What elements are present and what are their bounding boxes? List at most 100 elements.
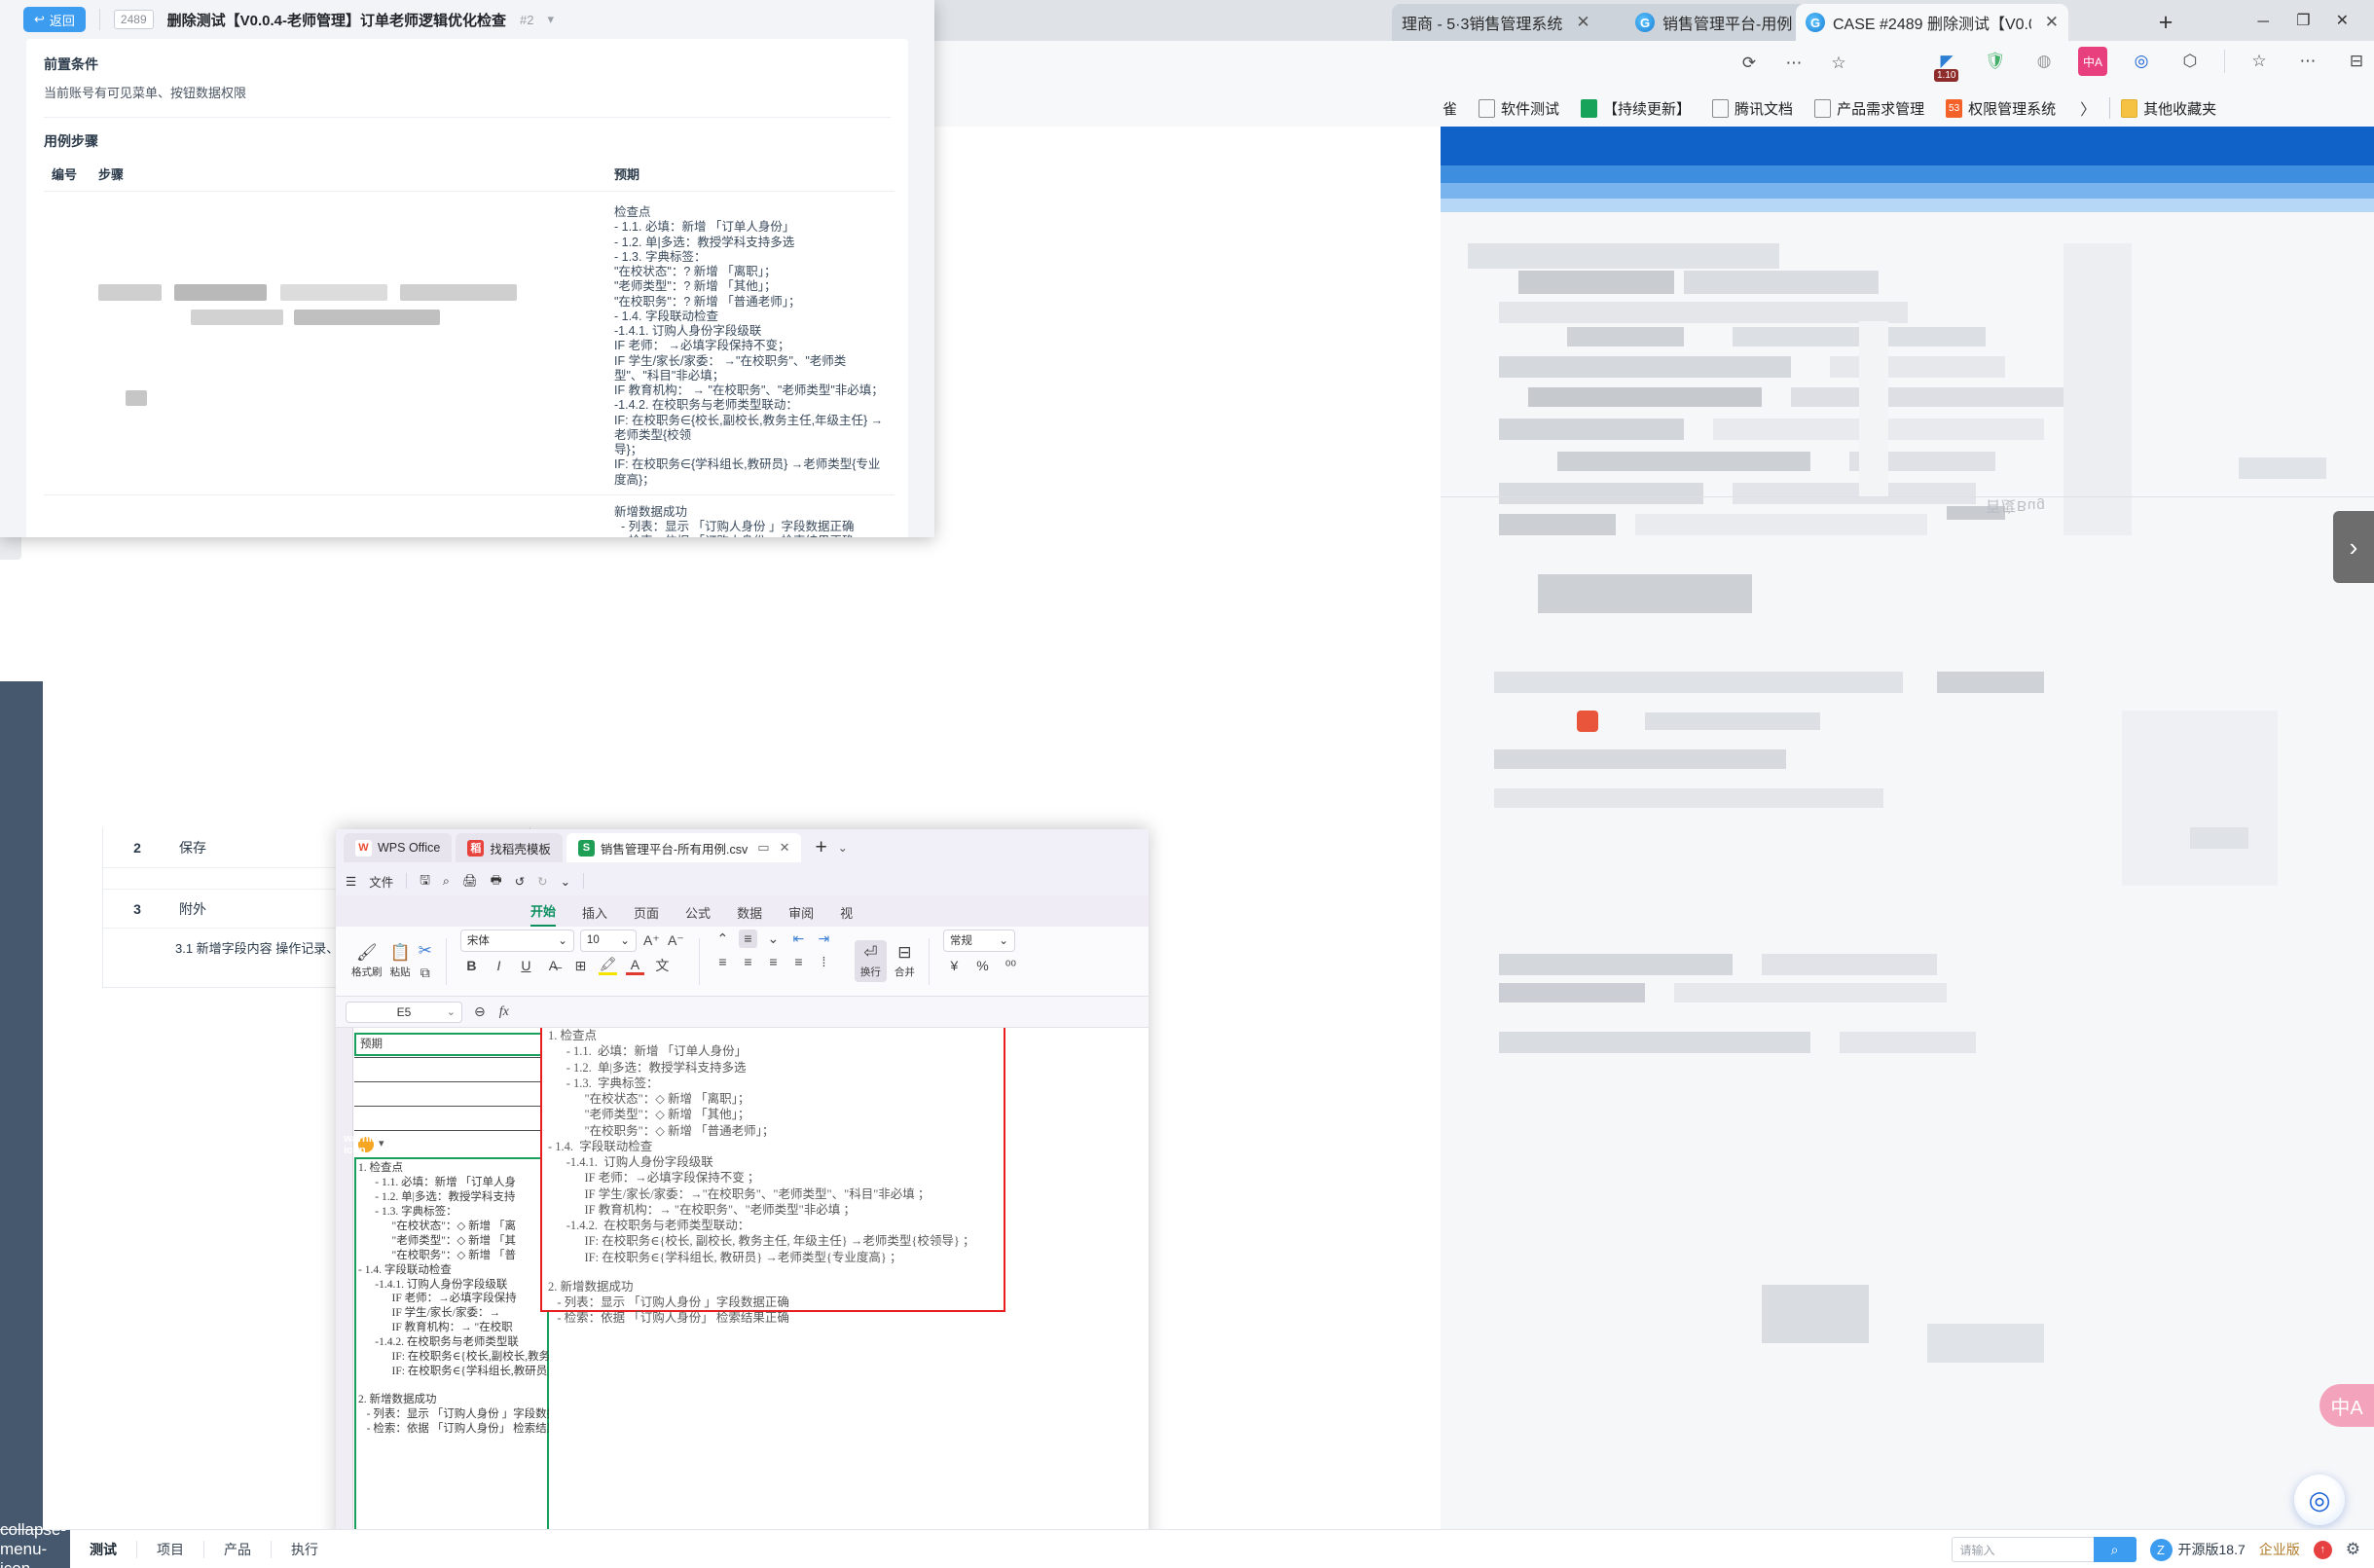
more-icon[interactable]: ⋯	[2293, 47, 2322, 76]
number-format-select[interactable]: 常规 ⌄	[942, 929, 1015, 952]
cut-copy-stack[interactable]: ✂ ⧉	[419, 941, 432, 982]
merge-cells-button[interactable]: ⊟ 合并	[895, 943, 915, 979]
shrink-font-button[interactable]: A⁻	[667, 931, 685, 950]
close-window-button[interactable]: ✕	[2336, 11, 2349, 30]
nav-item-test[interactable]: 测试	[70, 1540, 136, 1559]
ribbon-tab-review[interactable]: 审阅	[788, 903, 814, 927]
back-button[interactable]: ↩ 返回	[23, 7, 86, 32]
blue-orb-icon[interactable]: ◎	[2127, 47, 2156, 76]
wps-sheet-tab[interactable]: S 销售管理平台-所有用例.csv ▭ ✕	[566, 833, 802, 862]
borders-icon[interactable]: ⊞	[571, 957, 590, 975]
collections-icon[interactable]: ☆	[2245, 47, 2274, 76]
font-name-select[interactable]: 宋体 ⌄	[459, 929, 574, 952]
ribbon-tab-page[interactable]: 页面	[634, 903, 659, 927]
bookmark-item[interactable]: 腾讯文档	[1701, 98, 1804, 119]
ribbon-tab-view[interactable]: 视	[840, 903, 853, 927]
print-preview-icon[interactable]: 🖶	[491, 871, 502, 892]
bold-button[interactable]: B	[462, 957, 481, 975]
enterprise-link[interactable]: 企业版	[2259, 1540, 2300, 1559]
pointer-ext-icon[interactable]: ◤ 1.10	[1932, 47, 1961, 82]
read-aloud-icon[interactable]: ⋯	[1779, 49, 1808, 78]
bookmark-item[interactable]: 软件测试	[1468, 98, 1570, 119]
save-icon[interactable]: 🖫	[420, 871, 430, 892]
wps-home-tab[interactable]: W WPS Office	[344, 833, 453, 862]
floating-assistant-orb[interactable]: ◎	[2294, 1475, 2345, 1525]
nav-item-product[interactable]: 产品	[204, 1540, 271, 1559]
undo-icon[interactable]: ↺	[515, 874, 525, 889]
gear-icon[interactable]: ⚙	[2346, 1540, 2360, 1559]
translate-cn-icon[interactable]: 中A	[2078, 47, 2107, 76]
paste-button[interactable]: 📋 粘贴	[390, 943, 411, 979]
name-box[interactable]: E5 ⌄	[346, 1001, 462, 1023]
floating-translate-button[interactable]: 中A	[2319, 1384, 2374, 1427]
grow-font-button[interactable]: A⁺	[642, 931, 661, 950]
next-page-arrow-button[interactable]: ›	[2333, 511, 2374, 583]
align-middle-icon[interactable]: ≡	[738, 929, 757, 948]
font-size-select[interactable]: 10 ⌄	[579, 929, 637, 952]
new-tab-button[interactable]: +	[2149, 8, 2182, 37]
puzzle-icon[interactable]: ⬡	[2175, 47, 2205, 76]
bookmark-item[interactable]: 53 权限管理系统	[1935, 98, 2066, 119]
format-painter-button[interactable]: 🖌 格式刷	[351, 943, 383, 979]
cell-header-selected[interactable]	[354, 1033, 549, 1056]
hamburger-icon[interactable]: ☰	[346, 874, 356, 889]
ribbon-tab-home[interactable]: 开始	[530, 901, 557, 927]
chevron-down-icon[interactable]: ▾	[547, 12, 554, 27]
upgrade-icon[interactable]: ↑	[2313, 1540, 2332, 1559]
close-icon[interactable]: ✕	[1576, 13, 1589, 32]
other-bookmarks-folder[interactable]: 其他收藏夹	[2110, 98, 2227, 119]
align-left-icon[interactable]: ≡	[713, 953, 732, 971]
justify-icon[interactable]: ≡	[789, 953, 808, 971]
wps-spreadsheet-grid[interactable]: 预期 warning-icon ▾ 1. 检查点 - 1.1. 必填：新增 「订…	[336, 1028, 1149, 1568]
percent-icon[interactable]: %	[973, 957, 992, 975]
decrease-indent-icon[interactable]: ⇤	[789, 930, 808, 948]
ribbon-tab-data[interactable]: 数据	[737, 903, 762, 927]
file-menu-label[interactable]: 文件	[369, 872, 393, 891]
shield-green-icon[interactable]: 🛡	[1981, 47, 2010, 76]
close-icon[interactable]: ✕	[2045, 13, 2059, 32]
comma-style-icon[interactable]: ⁰⁰	[1002, 957, 1020, 975]
present-icon[interactable]: ▭	[757, 840, 769, 856]
browser-tab-2[interactable]: CASE #2489 删除测试【V0.0 ✕	[1796, 4, 2068, 41]
print-icon[interactable]: 🖨	[462, 874, 478, 889]
align-center-icon[interactable]: ≡	[739, 953, 757, 971]
increase-indent-icon[interactable]: ⇥	[815, 930, 833, 948]
chevron-down-icon[interactable]: ⌄	[831, 841, 848, 855]
minimize-button[interactable]: －	[2255, 9, 2271, 32]
favorite-star-icon[interactable]: ☆	[1824, 49, 1853, 78]
wps-docer-tab[interactable]: 稻 找稻壳模板	[456, 833, 563, 862]
mouse-grey-icon[interactable]: ◍	[2029, 47, 2059, 76]
ribbon-tab-insert[interactable]: 插入	[582, 903, 607, 927]
bookmark-item[interactable]: 雀	[1432, 98, 1468, 119]
customize-caret-icon[interactable]: ⌄	[561, 874, 570, 889]
expanded-cell-overlay[interactable]: 1. 检查点 - 1.1. 必填：新增 「订单人身份」 - 1.2. 单|多选：…	[540, 1028, 1005, 1325]
warning-caret-icon[interactable]: ▾	[379, 1137, 384, 1149]
underline-button[interactable]: U	[517, 957, 535, 975]
nav-item-project[interactable]: 项目	[137, 1540, 203, 1559]
search-input[interactable]: 请输入	[1951, 1537, 2094, 1562]
pinyin-icon[interactable]: 文	[653, 957, 672, 975]
currency-icon[interactable]: ¥	[945, 957, 964, 975]
scissors-icon[interactable]: ✂	[419, 941, 432, 961]
align-top-icon[interactable]: ⌃	[713, 930, 732, 948]
chevron-down-icon[interactable]: ⌄	[447, 1005, 456, 1018]
copy-icon[interactable]: ⧉	[420, 963, 430, 982]
bookmark-item[interactable]: 【持续更新】	[1570, 98, 1701, 119]
align-bottom-icon[interactable]: ⌄	[764, 930, 783, 948]
redo-icon[interactable]: ↻	[537, 874, 547, 889]
table-row[interactable]: 新增数据成功 - 列表：显示 「订购人身份 」字段数据正确 - 检索：依据 「订…	[44, 494, 895, 537]
nav-item-execution[interactable]: 执行	[272, 1540, 338, 1559]
wrap-text-button[interactable]: ⏎ 换行	[854, 940, 887, 982]
warning-icon[interactable]: warning-icon	[344, 1133, 388, 1156]
fill-color-icon[interactable]: 🖍	[598, 956, 617, 975]
close-icon[interactable]: ✕	[780, 840, 790, 856]
wps-new-tab-button[interactable]: +	[805, 836, 826, 859]
font-color-icon[interactable]: A	[625, 957, 644, 975]
insert-function-icon[interactable]: fx	[499, 1004, 509, 1020]
bookmark-item[interactable]: 产品需求管理	[1804, 98, 1935, 119]
maximize-button[interactable]: ❐	[2296, 11, 2310, 30]
sidebar-icon[interactable]: ⊟	[2342, 47, 2371, 76]
align-right-icon[interactable]: ≡	[764, 953, 783, 971]
zoom-out-icon[interactable]: ⊖	[474, 1003, 486, 1020]
ribbon-tab-formula[interactable]: 公式	[685, 903, 711, 927]
